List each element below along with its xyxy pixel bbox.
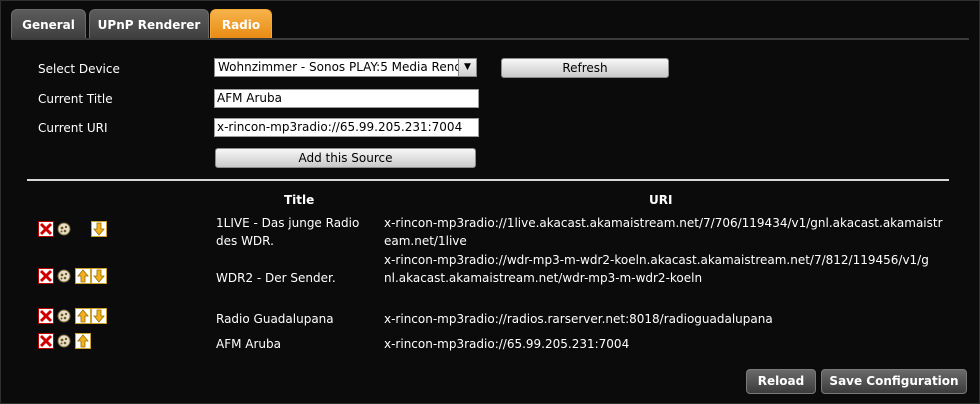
edit-icon[interactable]	[56, 333, 72, 349]
row-title: AFM Aruba	[216, 337, 281, 351]
move-down-icon[interactable]	[91, 268, 107, 284]
row-title: Radio Guadalupana	[216, 312, 334, 326]
delete-icon[interactable]	[38, 308, 54, 324]
column-header-title: Title	[284, 193, 315, 207]
current-uri-field[interactable]: x-rincon-mp3radio://65.99.205.231:7004	[214, 118, 479, 137]
tab-upnp-renderer[interactable]: UPnP Renderer	[89, 9, 209, 39]
row-title: WDR2 - Der Sender.	[216, 271, 336, 285]
row-uri: x-rincon-mp3radio://1live.akacast.akamai…	[384, 216, 943, 248]
config-panel: General UPnP Renderer Radio Select Devic…	[0, 0, 980, 404]
tab-general[interactable]: General	[11, 9, 86, 39]
add-source-button[interactable]: Add this Source	[215, 148, 476, 168]
move-up-icon[interactable]	[75, 308, 91, 324]
delete-icon[interactable]	[38, 221, 54, 237]
move-down-icon[interactable]	[91, 221, 107, 237]
tab-label: UPnP Renderer	[97, 18, 201, 32]
device-select[interactable]: Wohnzimmer - Sonos PLAY:5 Media Rend ▼	[214, 58, 477, 77]
current-title-label: Current Title	[38, 92, 113, 106]
section-divider	[27, 179, 949, 181]
move-up-icon[interactable]	[75, 268, 91, 284]
dropdown-arrow-icon[interactable]: ▼	[458, 59, 476, 76]
current-title-field[interactable]: AFM Aruba	[214, 89, 479, 108]
tab-label: Radio	[221, 18, 261, 32]
tab-label: General	[22, 18, 75, 32]
edit-icon[interactable]	[56, 268, 72, 284]
select-device-label: Select Device	[38, 62, 120, 76]
delete-icon[interactable]	[38, 268, 54, 284]
row-uri: x-rincon-mp3radio://wdr-mp3-m-wdr2-koeln…	[384, 253, 929, 285]
row-actions	[38, 308, 108, 325]
save-configuration-button[interactable]: Save Configuration	[821, 369, 967, 394]
row-uri: x-rincon-mp3radio://radios.rarserver.net…	[384, 312, 773, 326]
device-select-value: Wohnzimmer - Sonos PLAY:5 Media Rend	[218, 60, 462, 74]
column-header-uri: URI	[649, 193, 673, 207]
row-actions	[38, 333, 108, 350]
row-actions	[38, 268, 108, 285]
edit-icon[interactable]	[56, 308, 72, 324]
delete-icon[interactable]	[38, 333, 54, 349]
tab-radio[interactable]: Radio	[210, 9, 272, 39]
row-title: 1LIVE - Das junge Radio des WDR.	[216, 216, 360, 248]
tab-underline	[11, 38, 969, 40]
reload-button[interactable]: Reload	[746, 369, 816, 394]
edit-icon[interactable]	[56, 221, 72, 237]
move-down-icon[interactable]	[91, 308, 107, 324]
move-up-icon[interactable]	[75, 333, 91, 349]
current-uri-label: Current URI	[38, 121, 108, 135]
row-actions	[38, 221, 108, 238]
refresh-button[interactable]: Refresh	[501, 58, 669, 78]
row-uri: x-rincon-mp3radio://65.99.205.231:7004	[384, 337, 630, 351]
